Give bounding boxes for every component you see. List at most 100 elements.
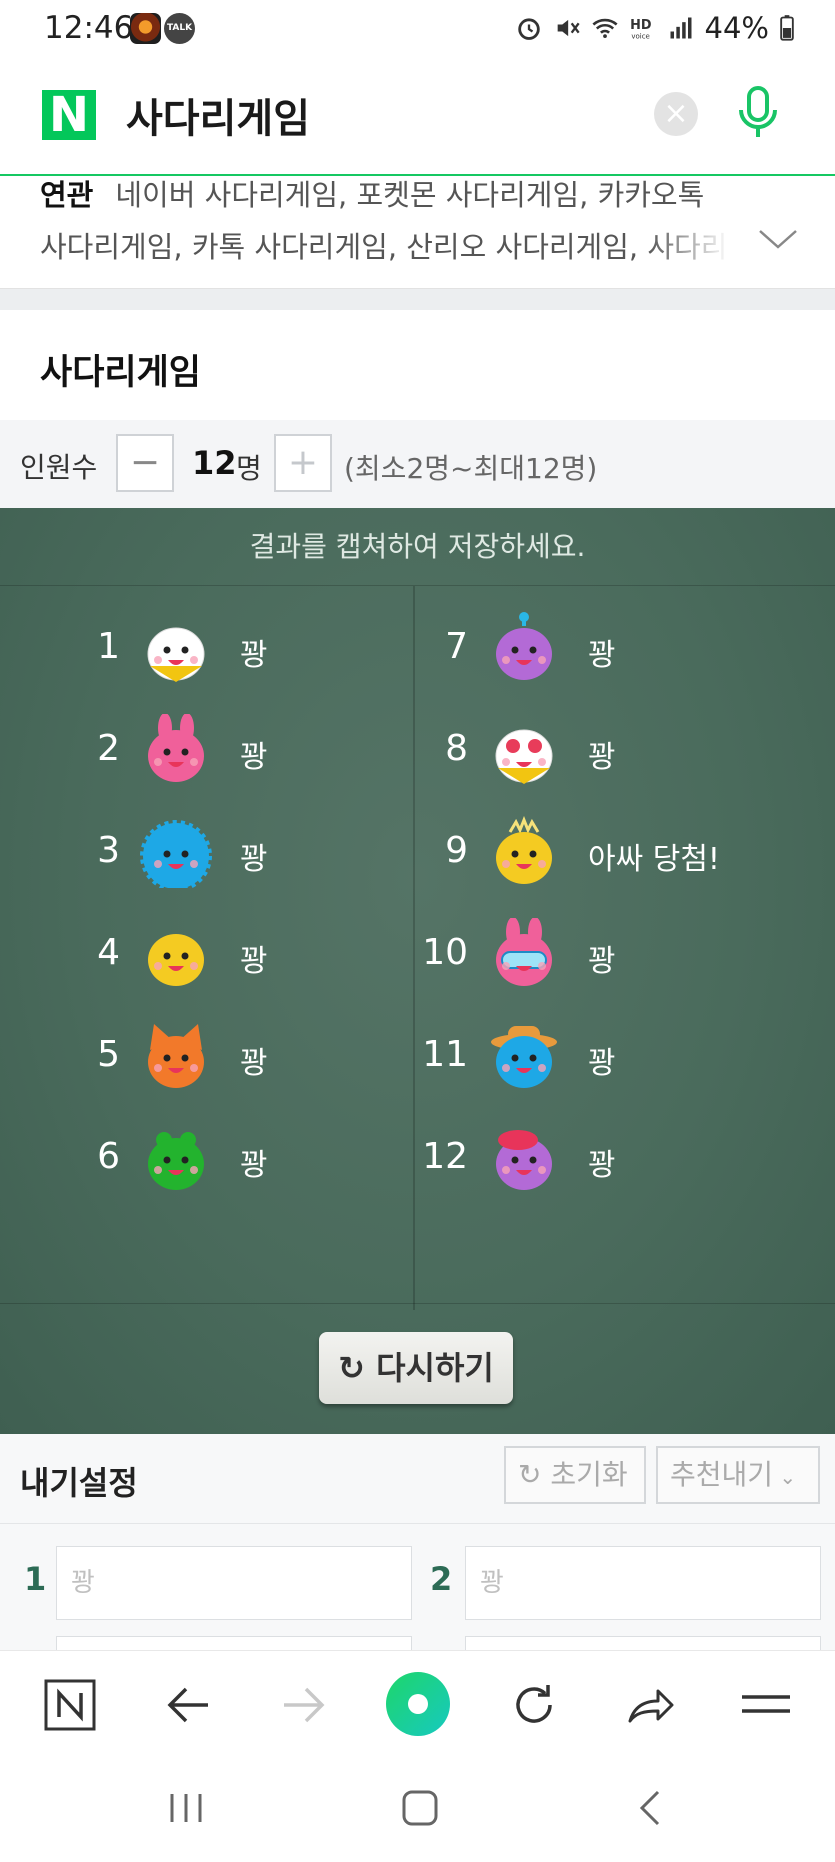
player-result: 꽝 — [240, 740, 268, 775]
player-row: 8꽝 — [348, 710, 768, 790]
naver-home-icon[interactable] — [42, 1677, 98, 1733]
player-result: 아싸 당첨! — [588, 842, 720, 877]
settings-title: 내기설정 — [20, 1464, 138, 1502]
status-time: 12:46 — [44, 10, 134, 46]
menu-icon[interactable] — [738, 1677, 794, 1733]
player-result: 꽝 — [240, 842, 268, 877]
refresh-icon: ↻ — [518, 1458, 551, 1491]
mute-icon — [557, 19, 580, 37]
player-row: 9 아싸 당첨! — [348, 812, 768, 892]
recent-apps-icon[interactable] — [168, 1788, 204, 1828]
player-number: 9 — [445, 830, 468, 871]
player-row: 7꽝 — [348, 608, 768, 688]
home-icon[interactable] — [400, 1788, 440, 1828]
kakaotalk-icon: TALK — [164, 13, 195, 44]
count-label: 인원수 — [20, 451, 98, 484]
avatar-purple-alien — [488, 612, 560, 684]
player-number: 6 — [97, 1136, 120, 1177]
player-row: 11 꽝 — [348, 1016, 768, 1096]
browser-toolbar — [0, 1650, 835, 1758]
forward-arrow-icon[interactable] — [276, 1677, 332, 1733]
player-number: 4 — [97, 932, 120, 973]
avatar-yellow-chick — [488, 815, 560, 888]
wifi-icon — [592, 18, 618, 39]
count-value: 12 — [192, 444, 237, 482]
battery-percent: 44% — [704, 11, 769, 45]
search-query[interactable]: 사다리게임 — [126, 86, 310, 144]
increase-button[interactable]: + — [274, 434, 332, 492]
player-result: 꽝 — [240, 1046, 268, 1081]
clear-search-button[interactable]: × — [654, 92, 698, 136]
player-result: 꽝 — [240, 944, 268, 979]
decrease-button[interactable]: − — [116, 434, 174, 492]
naver-logo[interactable]: N — [42, 90, 96, 140]
recommend-label: 추천내기 — [670, 1458, 774, 1491]
field-number: 1 — [24, 1560, 47, 1598]
participant-count-row: 인원수 − 12 명 + (최소2명~최대12명) — [0, 420, 835, 508]
retry-button[interactable]: ↻ 다시하기 — [319, 1332, 513, 1404]
avatar-white-bear — [140, 612, 212, 684]
game-app-icon — [130, 13, 161, 44]
player-number: 11 — [422, 1034, 468, 1075]
player-number: 7 — [445, 626, 468, 667]
related-searches: 연관 네이버 사다리게임, 포켓몬 사다리게임, 카카오톡 사다리게임, 카톡 사… — [0, 160, 835, 288]
svg-text:HD: HD — [630, 18, 651, 33]
recommend-dropdown[interactable]: 추천내기 ⌄ — [656, 1446, 820, 1504]
reset-button[interactable]: ↻ 초기화 — [504, 1446, 646, 1504]
player-number: 8 — [445, 728, 468, 769]
count-unit: 명 — [236, 452, 262, 485]
share-icon[interactable] — [622, 1677, 678, 1733]
player-result: 꽝 — [240, 638, 268, 673]
related-line-1[interactable]: 연관 네이버 사다리게임, 포켓몬 사다리게임, 카카오톡 — [40, 172, 704, 214]
status-bar: 12:46 TALK HD voice 44% — [0, 0, 835, 58]
retry-label: 다시하기 — [376, 1349, 494, 1387]
bet-field-2[interactable]: 꽝 — [465, 1546, 821, 1620]
section-gap — [0, 288, 835, 310]
player-row: 12 꽝 — [348, 1118, 768, 1198]
player-result: 꽝 — [588, 638, 616, 673]
reset-label: 초기화 — [550, 1458, 628, 1491]
back-arrow-icon[interactable] — [160, 1677, 216, 1733]
back-icon[interactable] — [636, 1788, 666, 1828]
svg-text:voice: voice — [631, 33, 650, 41]
related-terms-1[interactable]: 네이버 사다리게임, 포켓몬 사다리게임, 카카오톡 — [115, 178, 704, 212]
player-number: 10 — [422, 932, 468, 973]
avatar-orange-fox — [140, 1020, 212, 1092]
settings-header: 내기설정 ↻ 초기화 추천내기 ⌄ — [0, 1434, 835, 1524]
bet-field-1[interactable]: 꽝 — [56, 1546, 412, 1620]
battery-icon — [780, 15, 794, 41]
green-dot-home-button[interactable] — [386, 1672, 450, 1736]
player-result: 꽝 — [588, 1148, 616, 1183]
status-icons: HD voice 44% — [515, 8, 795, 48]
alarm-icon — [517, 18, 540, 40]
microphone-icon[interactable] — [736, 84, 780, 146]
bet-settings: 내기설정 ↻ 초기화 추천내기 ⌄ 1 꽝 2 꽝 — [0, 1434, 835, 1710]
refresh-icon: ↻ — [338, 1349, 377, 1387]
related-label: 연관 — [40, 178, 94, 212]
section-title: 사다리게임 — [40, 353, 202, 393]
board-divider — [0, 1303, 835, 1304]
signal-icon — [670, 17, 692, 39]
avatar-yellow-blob — [140, 918, 212, 990]
capture-message: 결과를 캡쳐하여 저장하세요. — [0, 508, 835, 586]
player-number: 5 — [97, 1034, 120, 1075]
hd-voice-icon: HDvoice — [630, 18, 651, 41]
player-result: 꽝 — [588, 1046, 616, 1081]
player-result: 꽝 — [588, 740, 616, 775]
count-range: (최소2명~최대12명) — [344, 452, 598, 485]
player-result: 꽝 — [240, 1148, 268, 1183]
player-row: 10 꽝 — [348, 914, 768, 994]
avatar-bear-heart-glasses — [488, 714, 560, 786]
avatar-hedgehog-hat — [488, 1020, 560, 1092]
player-number: 1 — [97, 626, 120, 667]
chevron-down-icon: ⌄ — [773, 1465, 797, 1489]
reload-icon[interactable] — [506, 1677, 562, 1733]
ladder-board: 결과를 캡쳐하여 저장하세요. 1꽝 2꽝 3꽝 4꽝 5꽝 6꽝 7꽝 8꽝 … — [0, 508, 835, 1434]
chevron-down-icon[interactable] — [758, 228, 798, 250]
avatar-purple-beret — [488, 1122, 560, 1194]
player-result: 꽝 — [588, 944, 616, 979]
system-navigation — [0, 1758, 835, 1862]
player-number: 12 — [422, 1136, 468, 1177]
avatar-rabbit-goggles — [488, 917, 560, 990]
related-terms-2[interactable]: 사다리게임, 카톡 사다리게임, 산리오 사다리게임, 사다리 — [40, 224, 730, 266]
